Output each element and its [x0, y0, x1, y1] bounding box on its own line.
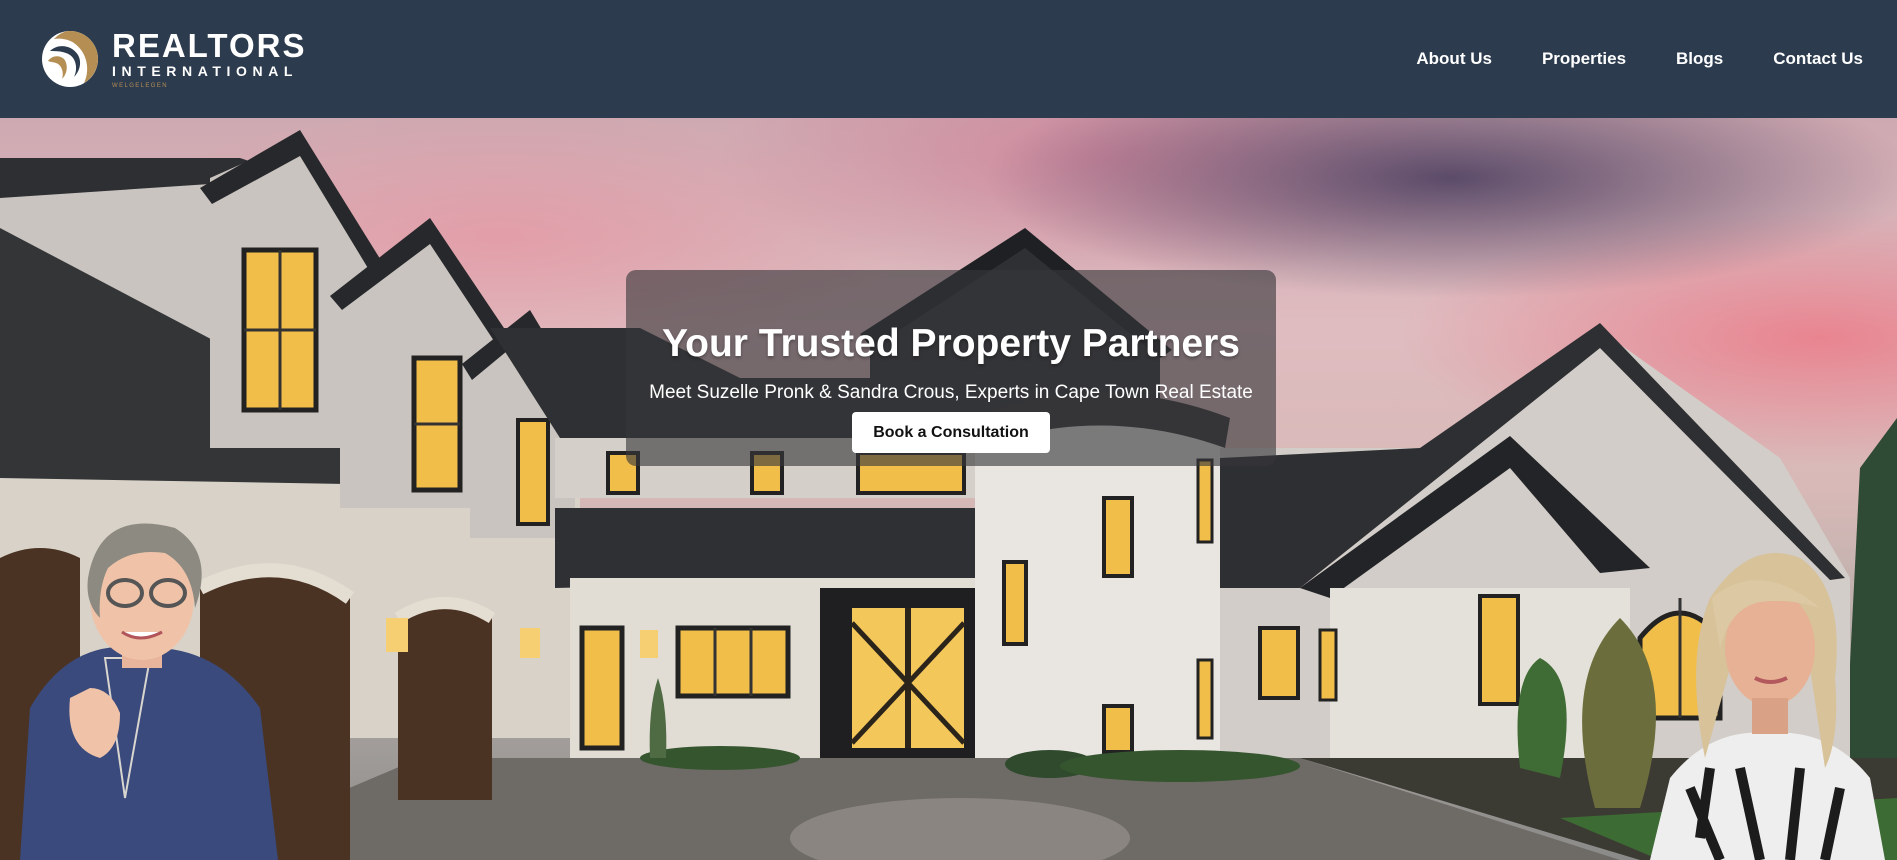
main-nav: About Us Properties Blogs Contact Us — [1416, 49, 1865, 69]
brand-logo[interactable]: REALTORS INTERNATIONAL WELGELEGEN — [40, 29, 306, 89]
brand-sub: INTERNATIONAL — [112, 63, 299, 79]
nav-contact-us[interactable]: Contact Us — [1773, 49, 1863, 69]
agent-portrait-right — [1650, 553, 1885, 860]
hero-subtitle: Meet Suzelle Pronk & Sandra Crous, Exper… — [649, 382, 1253, 403]
nav-about-us[interactable]: About Us — [1416, 49, 1492, 69]
hero-title: Your Trusted Property Partners — [662, 322, 1240, 365]
nav-properties[interactable]: Properties — [1542, 49, 1626, 69]
hero-overlay: Your Trusted Property Partners Meet Suze… — [626, 270, 1276, 466]
realtors-logo-icon — [42, 31, 98, 87]
hero-house-image — [0, 130, 1897, 860]
site-header: REALTORS INTERNATIONAL WELGELEGEN About … — [0, 0, 1897, 118]
brand-tagline: WELGELEGEN — [112, 83, 169, 89]
brand-name: REALTORS — [112, 27, 307, 64]
agent-portrait-left — [20, 523, 278, 860]
nav-blogs[interactable]: Blogs — [1676, 49, 1723, 69]
hero-section: Your Trusted Property Partners Meet Suze… — [0, 118, 1897, 860]
book-consultation-button[interactable]: Book a Consultation — [852, 412, 1050, 453]
